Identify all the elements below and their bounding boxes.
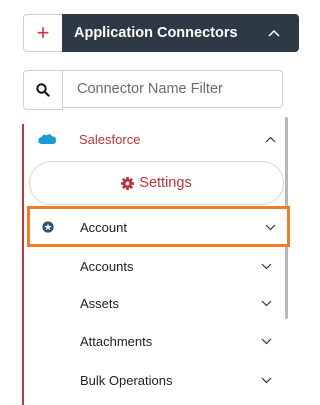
search-button[interactable] xyxy=(23,70,63,110)
chevron-down-icon[interactable] xyxy=(263,220,277,234)
list-item-label: Attachments xyxy=(80,333,153,349)
chevron-down-icon[interactable] xyxy=(259,334,273,348)
tree-item-assets[interactable]: Assets xyxy=(80,293,273,313)
plus-icon: + xyxy=(36,20,50,45)
tree-item-accounts[interactable]: Accounts xyxy=(80,256,273,276)
panel-title: Application Connectors xyxy=(74,25,238,41)
salesforce-label: Salesforce xyxy=(79,131,141,147)
list-item-label: Assets xyxy=(80,295,120,311)
tree-item-bulk-operations[interactable]: Bulk Operations xyxy=(80,370,273,390)
connectors-title-bar[interactable]: Application Connectors xyxy=(62,14,299,52)
list-item-label: Accounts xyxy=(80,258,134,274)
tree-item-attachments[interactable]: Attachments xyxy=(80,331,273,351)
chevron-down-icon[interactable] xyxy=(259,373,273,387)
gear-icon xyxy=(121,176,135,190)
add-connector-button[interactable]: + xyxy=(23,14,62,52)
list-item-label: Bulk Operations xyxy=(80,372,173,388)
tree-item-account[interactable]: Account xyxy=(42,216,277,238)
connector-name-filter-input[interactable] xyxy=(63,70,283,108)
chevron-down-icon[interactable] xyxy=(259,259,273,273)
search-icon xyxy=(36,83,50,97)
salesforce-cloud-icon xyxy=(38,134,56,145)
settings-button[interactable]: Settings xyxy=(29,161,284,205)
tree-item-salesforce[interactable]: Salesforce xyxy=(37,128,277,150)
chevron-down-icon[interactable] xyxy=(259,296,273,310)
chevron-up-icon[interactable] xyxy=(263,22,285,44)
chevron-up-icon[interactable] xyxy=(263,132,277,146)
connectors-header: + Application Connectors xyxy=(23,14,299,52)
settings-label: Settings xyxy=(139,175,192,191)
account-label: Account xyxy=(80,219,127,235)
tree-guide-line xyxy=(22,124,24,405)
entity-icon xyxy=(42,221,54,233)
connector-filter xyxy=(23,70,285,110)
